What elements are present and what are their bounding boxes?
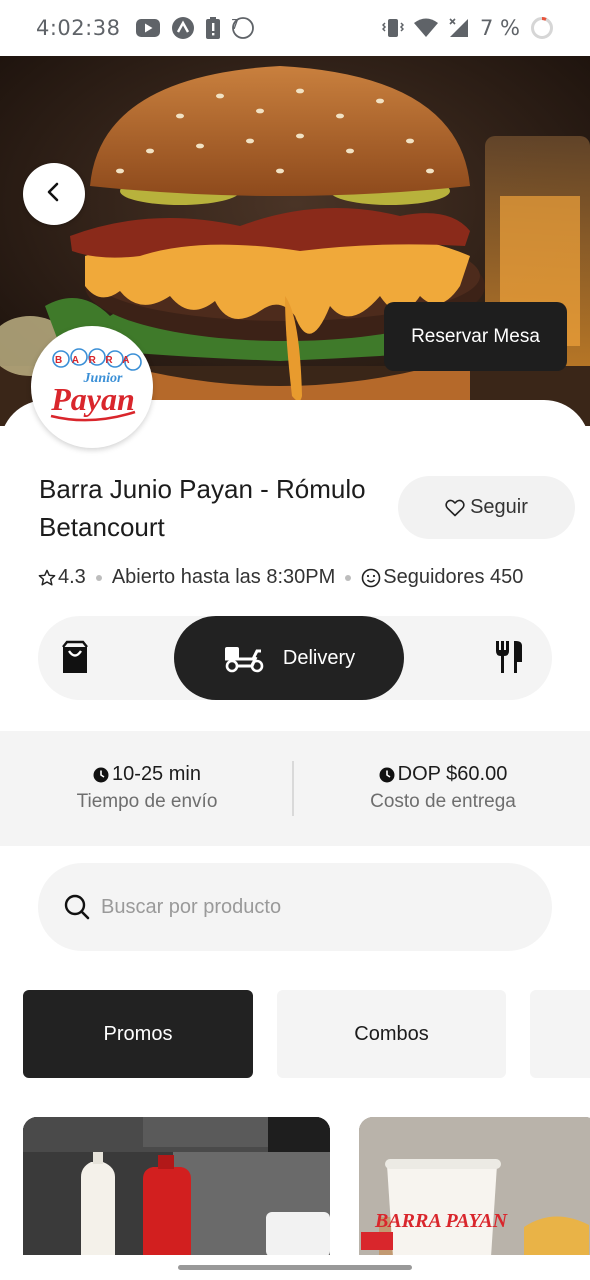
status-bar: 4:02:38 7 7 % [0, 0, 590, 56]
scooter-icon [223, 643, 265, 673]
product-search[interactable] [38, 863, 552, 951]
product-image [23, 1117, 330, 1257]
follow-label: Seguir [470, 496, 528, 518]
fork-knife-icon[interactable] [494, 640, 526, 676]
delivery-cost: DOP $60.00 Costo de entrega [313, 763, 573, 813]
signal-icon [448, 18, 470, 38]
follow-button[interactable]: Seguir [398, 476, 575, 539]
clock: 4:02:38 [36, 16, 121, 40]
wifi-icon [414, 18, 438, 38]
clock-icon [379, 767, 395, 783]
store-name: Barra Junio Payan - Rómulo Betancourt [39, 474, 366, 542]
product-image: BARRA PAYAN [359, 1117, 590, 1257]
separator-dot [345, 574, 352, 581]
svg-text:BARRA PAYAN: BARRA PAYAN [374, 1210, 509, 1232]
back-button[interactable] [23, 163, 85, 225]
delivery-info: 10-25 min Tiempo de envío DOP $60.00 Cos… [0, 731, 590, 846]
product-card[interactable] [23, 1117, 330, 1257]
tab-more[interactable] [530, 990, 590, 1078]
battery-alert-icon [206, 17, 221, 39]
home-gesture-handle[interactable] [178, 1265, 412, 1270]
app-notification-icon [172, 17, 195, 39]
order-mode-switch: Delivery [38, 616, 552, 700]
youtube-icon [136, 19, 161, 37]
notification-count: 7 [231, 18, 240, 33]
delivery-cost-value: DOP $60.00 [397, 763, 508, 785]
heart-icon [445, 499, 465, 517]
battery-percent: 7 % [480, 16, 520, 40]
tab-promos[interactable]: Promos [23, 990, 253, 1078]
delivery-time: 10-25 min Tiempo de envío [17, 763, 277, 813]
tab-combos[interactable]: Combos [277, 990, 506, 1078]
vibrate-icon [382, 18, 404, 38]
shopping-bag-icon[interactable] [60, 640, 92, 676]
opening-hours: Abierto hasta las 8:30PM [111, 566, 336, 588]
rating: 4.3 [58, 566, 86, 588]
chevron-left-icon [44, 181, 64, 208]
clock-icon [93, 767, 109, 783]
battery-ring-icon [530, 16, 554, 40]
delivery-cost-label: Costo de entrega [370, 791, 516, 812]
star-icon [38, 569, 56, 587]
product-card[interactable]: BARRA PAYAN [359, 1117, 590, 1257]
delivery-time-label: Tiempo de envío [76, 791, 218, 812]
delivery-time-value: 10-25 min [112, 763, 201, 785]
delivery-mode-button[interactable]: Delivery [174, 616, 404, 700]
notification-icons: 7 [136, 17, 255, 39]
followers-count: Seguidores 450 [383, 566, 524, 588]
svg-text:Payan: Payan [50, 381, 135, 417]
store-meta: 4.3 Abierto hasta las 8:30PM Seguidores … [38, 566, 523, 589]
divider [292, 761, 294, 816]
search-input[interactable] [101, 895, 501, 919]
navigation-bar [0, 1255, 590, 1280]
search-icon [63, 893, 91, 921]
delivery-label: Delivery [282, 646, 356, 669]
smiley-icon [361, 568, 381, 588]
reserve-table-button[interactable]: Reservar Mesa [384, 302, 567, 371]
store-logo: BARRA Junior Payan [31, 326, 153, 448]
svg-text:BARRA: BARRA [55, 355, 139, 366]
separator-dot [95, 574, 102, 581]
